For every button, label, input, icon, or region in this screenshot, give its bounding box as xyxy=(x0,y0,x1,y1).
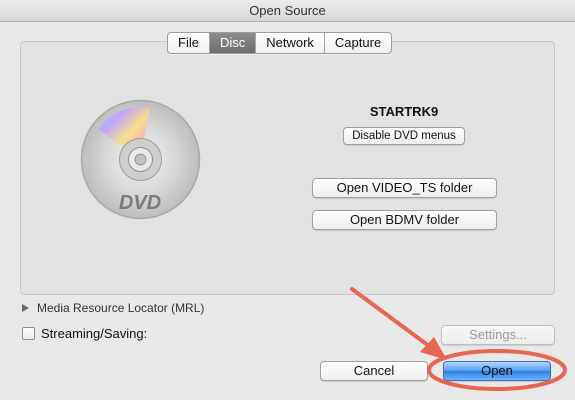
tab-capture[interactable]: Capture xyxy=(325,33,391,53)
open-bdmv-folder-button[interactable]: Open BDMV folder xyxy=(312,210,497,230)
settings-button[interactable]: Settings... xyxy=(441,325,555,345)
dvd-disc-icon: DVD xyxy=(80,99,201,220)
mrl-label: Media Resource Locator (MRL) xyxy=(37,301,205,315)
disable-dvd-menus-button[interactable]: Disable DVD menus xyxy=(343,127,465,145)
streaming-saving-option[interactable]: Streaming/Saving: xyxy=(22,326,147,341)
annotation-arrow-shaft xyxy=(350,287,431,348)
disclosure-triangle-icon xyxy=(22,304,29,312)
window-title-bar: Open Source xyxy=(0,0,575,22)
streaming-checkbox[interactable] xyxy=(22,327,35,340)
tab-disc[interactable]: Disc xyxy=(209,33,257,53)
mrl-disclosure[interactable]: Media Resource Locator (MRL) xyxy=(22,301,204,315)
dvd-logo-text: DVD xyxy=(119,192,161,214)
disc-name-label: STARTRK9 xyxy=(369,104,439,119)
source-tab-bar: File Disc Network Capture xyxy=(167,32,393,54)
window-title: Open Source xyxy=(249,3,326,18)
open-button[interactable]: Open xyxy=(443,361,551,381)
tab-network[interactable]: Network xyxy=(256,33,325,53)
open-video-ts-folder-button[interactable]: Open VIDEO_TS folder xyxy=(312,178,497,198)
cancel-button[interactable]: Cancel xyxy=(320,361,428,381)
tab-file[interactable]: File xyxy=(168,33,210,53)
streaming-label: Streaming/Saving: xyxy=(41,326,148,341)
